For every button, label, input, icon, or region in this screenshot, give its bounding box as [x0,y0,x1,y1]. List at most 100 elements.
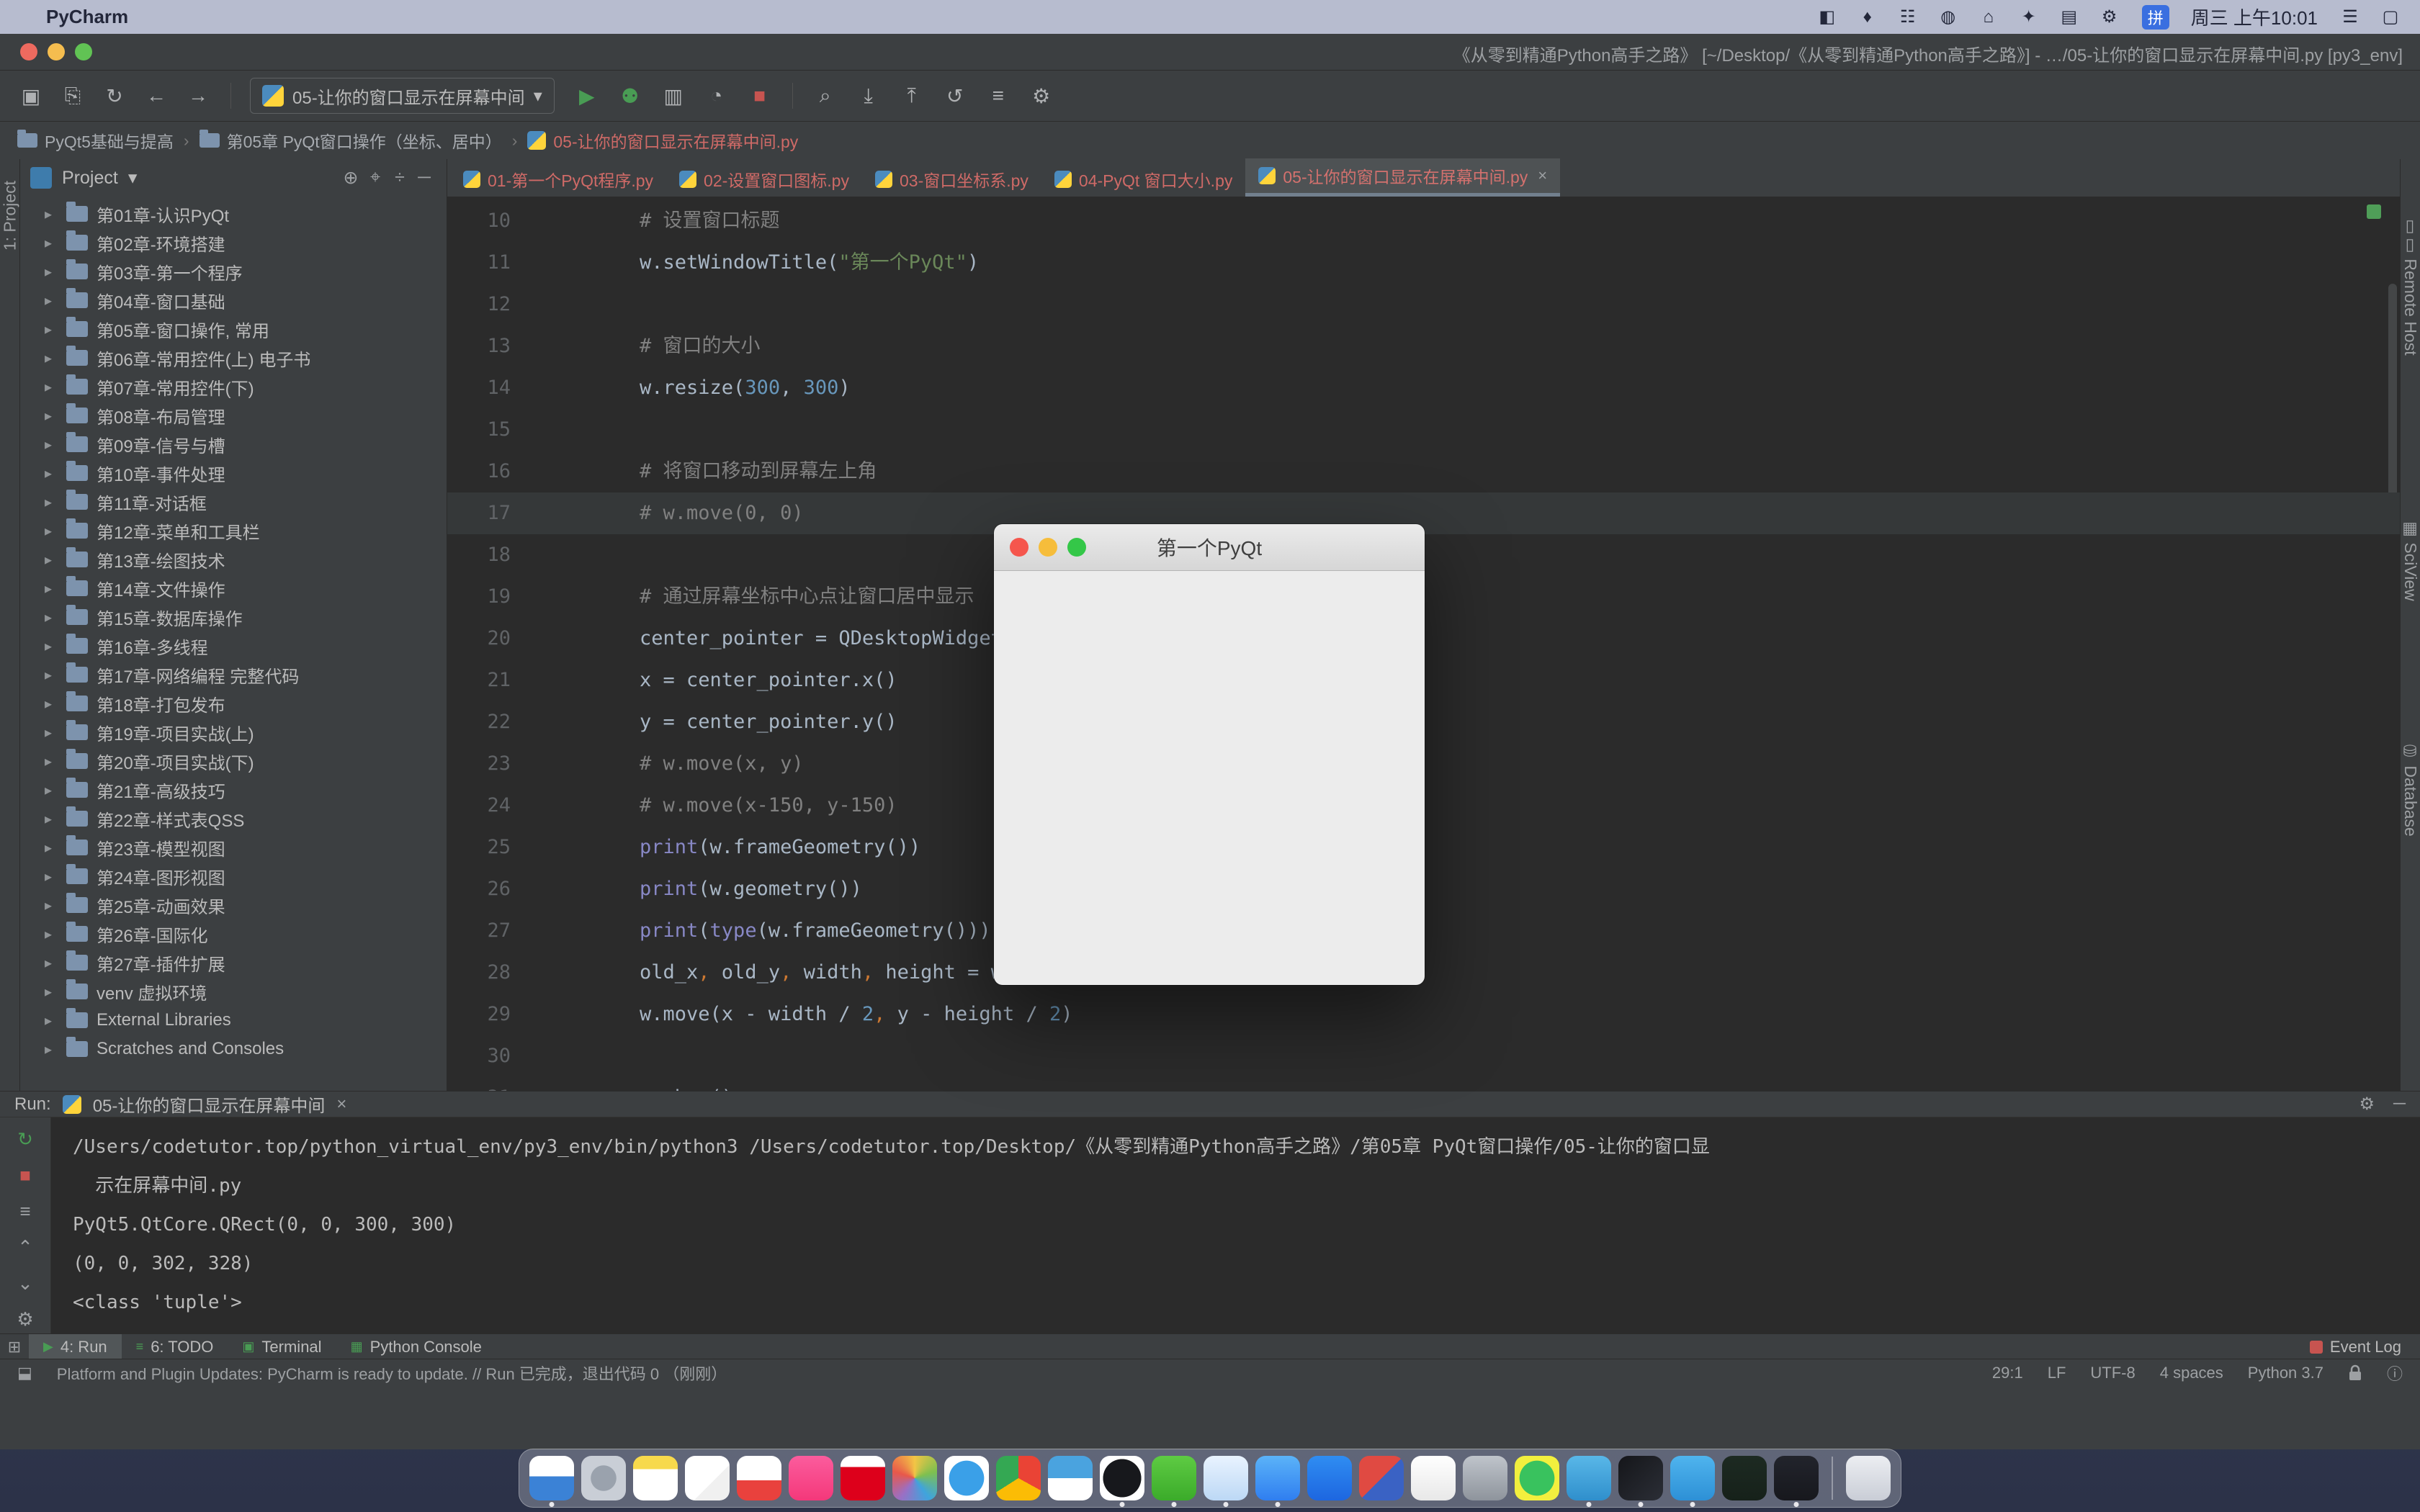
dock-icon-dictionary[interactable] [1048,1456,1093,1500]
tree-item[interactable]: ▸第09章-信号与槽 [20,430,447,459]
project-header-icon[interactable]: ⌖ [363,167,387,189]
lock-icon[interactable] [2348,1364,2362,1382]
toolbar-icon[interactable]: ↺ [941,82,969,109]
tree-item[interactable]: ▸第20章-项目实战(下) [20,747,447,775]
chevron-right-icon[interactable]: ▸ [45,522,58,540]
status-segment[interactable]: LF [2048,1364,2066,1382]
tree-item[interactable]: ▸External Libraries [20,1006,447,1035]
menu-status-icon[interactable]: ▤ [2058,6,2080,29]
chevron-right-icon[interactable]: ▸ [45,349,58,367]
tree-item[interactable]: ▸第08章-布局管理 [20,401,447,430]
tree-item[interactable]: ▸第10章-事件处理 [20,459,447,487]
dock-icon-word[interactable] [1463,1456,1507,1500]
tab-event-log[interactable]: Event Log [2330,1338,2401,1356]
tree-item[interactable]: ▸第03章-第一个程序 [20,257,447,286]
tree-item[interactable]: ▸第15章-数据库操作 [20,603,447,631]
code-line[interactable]: 30 [447,1035,2400,1077]
chevron-right-icon[interactable]: ▸ [45,1012,58,1030]
project-header-icon[interactable]: ⊕ [339,167,363,189]
tree-item[interactable]: ▸第17章-网络编程 完整代码 [20,660,447,689]
toolbar-icon[interactable]: ▣ [17,82,45,109]
dock-icon-xcode[interactable] [1515,1456,1559,1500]
chevron-right-icon[interactable]: ▸ [45,464,58,482]
code-line[interactable]: 29w.move(x - width / 2, y - height / 2) [447,994,2400,1035]
run-tool-icon[interactable]: ⚙ [12,1306,38,1332]
pyqt-app-window[interactable]: 第一个PyQt [994,524,1425,985]
chevron-right-icon[interactable]: ▸ [45,810,58,828]
run-button[interactable]: ▶ [573,82,601,109]
code-line[interactable]: 12 [447,284,2400,325]
dock-icon-trash[interactable] [1846,1456,1891,1500]
editor-tab[interactable]: 05-让你的窗口显示在屏幕中间.py× [1245,158,1560,197]
dock-icon-mail[interactable] [737,1456,781,1500]
toolbar-icon[interactable]: ⌕ [812,82,839,109]
tree-item[interactable]: ▸第06章-常用控件(上) 电子书 [20,343,447,372]
chevron-right-icon[interactable]: ▸ [45,983,58,1001]
toggle-toolwindows-icon[interactable]: ⬓ [17,1364,32,1382]
dock-icon-pages[interactable] [1411,1456,1456,1500]
pyqt-zoom-button[interactable] [1067,538,1086,557]
tab--run[interactable]: ▶4: Run [29,1334,122,1359]
code-line[interactable]: 16# 将窗口移动到屏幕左上角 [447,451,2400,492]
chevron-right-icon[interactable]: ▸ [45,752,58,770]
breadcrumb-item[interactable]: 05-让你的窗口显示在屏幕中间.py [527,128,798,153]
menu-status-icon[interactable]: ◧ [1816,6,1838,29]
tool-stripe-project[interactable]: 1: Project [0,181,19,251]
run-header-icon[interactable]: ⚙ [2359,1094,2375,1115]
dock-icon-chrome[interactable] [996,1456,1041,1500]
toolbar-icon[interactable]: ⤒ [898,82,926,109]
tree-item[interactable]: ▸第05章-窗口操作, 常用 [20,315,447,343]
tab-python-console[interactable]: ▦Python Console [336,1334,496,1359]
tree-item[interactable]: ▸第13章-绘图技术 [20,545,447,574]
code-line[interactable]: 10# 设置窗口标题 [447,200,2400,242]
tree-item[interactable]: ▸第22章-样式表QSS [20,804,447,833]
chevron-right-icon[interactable]: ▸ [45,407,58,425]
editor-tab[interactable]: 02-设置窗口图标.py [666,162,862,197]
breadcrumb-item[interactable]: PyQt5基础与提高 [17,128,174,153]
input-method-icon[interactable]: 拼 [2142,5,2169,30]
tree-item[interactable]: ▸Scratches and Consoles [20,1035,447,1063]
chevron-right-icon[interactable]: ▸ [45,436,58,454]
chevron-right-icon[interactable]: ▸ [45,205,58,223]
chevron-right-icon[interactable]: ▸ [45,954,58,972]
rerun-button[interactable]: ↻ [12,1126,38,1152]
tree-item[interactable]: ▸第25章-动画效果 [20,891,447,919]
chevron-right-icon[interactable]: ▸ [45,263,58,281]
code-line[interactable]: 11w.setWindowTitle("第一个PyQt") [447,242,2400,284]
dock-icon-terminal[interactable] [1774,1456,1819,1500]
pyqt-title-bar[interactable]: 第一个PyQt [994,524,1425,571]
status-message[interactable]: Platform and Plugin Updates: PyCharm is … [57,1362,727,1385]
menu-status-icon[interactable]: ▢ [2380,6,2401,29]
toolbar-icon[interactable]: ≡ [985,82,1012,109]
dock-icon-photos[interactable] [892,1456,937,1500]
dock-icon-safari[interactable] [944,1456,989,1500]
toolbar-icon[interactable]: ⤓ [855,82,882,109]
menu-status-icon[interactable]: ♦ [1857,6,1878,29]
tool-stripe-database[interactable]: ⛁ Database [2401,742,2420,837]
tree-item[interactable]: ▸第14章-文件操作 [20,574,447,603]
chevron-right-icon[interactable]: ▸ [45,292,58,310]
tree-item[interactable]: ▸第19章-项目实战(上) [20,718,447,747]
tool-stripe-remote-host[interactable]: ▯▯ Remote Host [2401,217,2420,356]
toolbar-icon[interactable]: ▥ [660,82,687,109]
tree-item[interactable]: ▸第07章-常用控件(下) [20,372,447,401]
pyqt-minimize-button[interactable] [1039,538,1057,557]
menu-clock[interactable]: 周三 上午10:01 [2191,4,2318,30]
menu-app-name[interactable]: PyCharm [46,6,128,28]
tab-terminal[interactable]: ▣Terminal [228,1334,336,1359]
dock-icon-qq[interactable] [1100,1456,1144,1500]
menu-status-icon[interactable]: ⚙ [2099,6,2120,29]
status-segment[interactable]: Python 3.7 [2248,1364,2323,1382]
dock-icon-monitor[interactable] [1722,1456,1767,1500]
project-header-icon[interactable]: ─ [412,167,436,189]
chevron-right-icon[interactable]: ▸ [45,666,58,684]
chevron-right-icon[interactable]: ▸ [45,925,58,943]
tree-item[interactable]: ▸第11章-对话框 [20,487,447,516]
dock-icon-wechat[interactable] [1152,1456,1196,1500]
dock-icon-finder[interactable] [529,1456,574,1500]
chevron-right-icon[interactable]: ▸ [45,551,58,569]
close-window-button[interactable] [20,43,37,60]
chevron-right-icon[interactable]: ▸ [45,695,58,713]
ide-title-bar[interactable]: 《从零到精通Python高手之路》 [~/Desktop/《从零到精通Pytho… [0,34,2420,71]
tree-item[interactable]: ▸第04章-窗口基础 [20,286,447,315]
